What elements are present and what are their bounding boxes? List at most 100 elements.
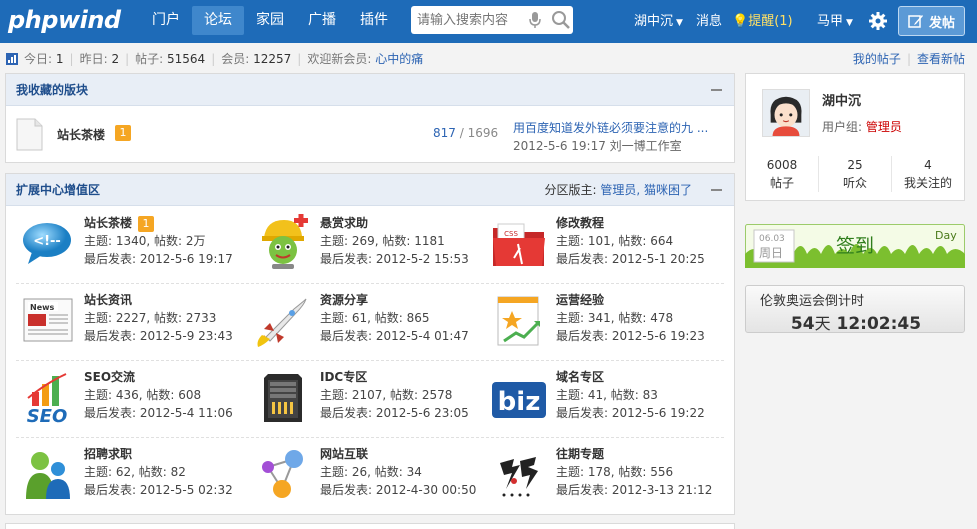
group-label: 用户组:: [822, 120, 863, 134]
forum-name[interactable]: SEO交流: [84, 368, 233, 386]
divider: |: [297, 52, 302, 66]
forum-info: IDC专区 主题: 2107, 帖数: 2578 最后发表: 2012-5-6 …: [320, 368, 469, 422]
posts-stat[interactable]: 6008 帖子: [746, 156, 819, 192]
forum-cell[interactable]: 网站互联 主题: 26, 帖数: 34 最后发表: 2012-4-30 00:5…: [246, 437, 482, 514]
moderators-links[interactable]: 管理员, 猫咪困了: [600, 183, 692, 197]
forum-last-post: 最后发表: 2012-5-9 23:43: [84, 329, 233, 343]
forum-info: 站长资讯 主题: 2227, 帖数: 2733 最后发表: 2012-5-9 2…: [84, 291, 233, 345]
forum-name[interactable]: 悬赏求助: [320, 214, 469, 232]
divider: |: [125, 52, 130, 66]
user-name: 湖中沉: [634, 14, 674, 29]
svg-text:SEO: SEO: [27, 406, 68, 426]
chevron-down-icon: ▼: [846, 18, 853, 28]
forum-name[interactable]: 站长资讯: [84, 291, 233, 309]
help-mascot-icon: [262, 214, 308, 269]
forum-cell[interactable]: SEO SEO交流 主题: 436, 帖数: 608 最后发表: 2012-5-…: [10, 360, 246, 437]
nav-plugins[interactable]: 插件: [348, 6, 400, 35]
signin-widget[interactable]: 06.03 周日 签到 Day: [745, 224, 965, 268]
forum-name[interactable]: 网站互联: [320, 445, 476, 463]
nav-home[interactable]: 家园: [244, 6, 296, 35]
forum-cell[interactable]: 资源分享 主题: 61, 帖数: 865 最后发表: 2012-5-4 01:4…: [246, 283, 482, 360]
remind-label: 提醒: [748, 14, 775, 29]
forum-cell[interactable]: biz 域名专区 主题: 41, 帖数: 83 最后发表: 2012-5-6 1…: [482, 360, 718, 437]
alt-account-menu[interactable]: 马甲 ▼: [817, 0, 853, 43]
forum-cell[interactable]: 运营经验 主题: 341, 帖数: 478 最后发表: 2012-5-6 19:…: [482, 283, 718, 360]
collapse-icon[interactable]: [711, 89, 722, 91]
favorite-forum-name[interactable]: 站长茶楼: [57, 126, 105, 143]
forum-last-post: 最后发表: 2012-5-1 20:25: [556, 252, 705, 266]
new-threads-link[interactable]: 查看新帖: [917, 52, 965, 66]
members-label: 会员:: [221, 52, 250, 66]
search-input[interactable]: [417, 10, 525, 30]
nav-forum[interactable]: 论坛: [192, 6, 244, 35]
avatar[interactable]: [762, 89, 810, 137]
forum-stats: 主题: 269, 帖数: 1181: [320, 234, 445, 248]
forum-info: 网站互联 主题: 26, 帖数: 34 最后发表: 2012-4-30 00:5…: [320, 445, 476, 499]
forum-cell[interactable]: 往期专题 主题: 178, 帖数: 556 最后发表: 2012-3-13 21…: [482, 437, 718, 514]
network-nodes-icon: [262, 450, 303, 498]
collapse-icon[interactable]: [711, 189, 722, 191]
forum-info: 悬赏求助 主题: 269, 帖数: 1181 最后发表: 2012-5-2 15…: [320, 214, 469, 268]
total-count: 1696: [467, 126, 499, 140]
forum-stats: 主题: 101, 帖数: 664: [556, 234, 674, 248]
forum-name[interactable]: 域名专区: [556, 368, 705, 386]
profile-group: 用户组: 管理员: [822, 118, 902, 135]
forum-cell[interactable]: IDC专区 主题: 2107, 帖数: 2578 最后发表: 2012-5-6 …: [246, 360, 482, 437]
fans-stat[interactable]: 25 听众: [819, 156, 892, 192]
forum-name[interactable]: 资源分享: [320, 291, 469, 309]
moderators-label: 分区版主:: [544, 183, 597, 197]
last-post-title[interactable]: 用百度知道发外链必须要注意的九 ...: [513, 119, 723, 137]
forum-name[interactable]: 招聘求职: [84, 445, 233, 463]
yesterday-label: 昨日:: [79, 52, 108, 66]
signin-date: 06.03: [759, 234, 785, 244]
site-logo[interactable]: phpwind: [8, 6, 121, 34]
favorite-forum-row: 站长茶楼 1 817 / 1696 用百度知道发外链必须要注意的九 ... 20…: [6, 106, 734, 162]
zone-moderators: 分区版主: 管理员, 猫咪困了: [544, 174, 692, 206]
nav-broadcast[interactable]: 广播: [296, 6, 348, 35]
countdown-time: 54天 12:02:45: [746, 310, 966, 334]
search-icon[interactable]: [551, 10, 571, 30]
forum-name[interactable]: 往期专题: [556, 445, 712, 463]
gear-icon[interactable]: [868, 11, 888, 31]
favorite-forum-counts: 817 / 1696: [433, 126, 498, 140]
following-stat[interactable]: 4 我关注的: [892, 156, 964, 192]
forum-name[interactable]: 站长茶楼: [84, 216, 132, 230]
forum-name[interactable]: 修改教程: [556, 214, 705, 232]
forum-last-post: 最后发表: 2012-5-4 11:06: [84, 406, 233, 420]
post-button[interactable]: 发帖: [898, 6, 965, 36]
forum-cell[interactable]: CSS 修改教程 主题: 101, 帖数: 664 最后发表: 2012-5-1…: [482, 206, 718, 283]
forum-name[interactable]: 运营经验: [556, 291, 705, 309]
fans-count: 25: [847, 158, 863, 172]
remind-link[interactable]: 💡提醒(1): [732, 0, 793, 43]
forum-cell[interactable]: News 站长资讯 主题: 2227, 帖数: 2733 最后发表: 2012-…: [10, 283, 246, 360]
profile-card: 湖中沉 用户组: 管理员 6008 帖子 25 听众 4 我关注的: [745, 73, 965, 201]
signin-day: Day: [935, 229, 957, 242]
forum-stats: 主题: 61, 帖数: 865: [320, 311, 430, 325]
document-icon: [16, 118, 43, 151]
signin-weekday: 周日: [759, 246, 783, 260]
forum-stats: 主题: 2107, 帖数: 2578: [320, 388, 453, 402]
my-threads-link[interactable]: 我的帖子: [853, 52, 901, 66]
people-icon: [26, 452, 70, 499]
forum-last-post: 最后发表: 2012-5-2 15:53: [320, 252, 469, 266]
forum-stats: 主题: 1340, 帖数: 2万: [84, 234, 206, 248]
microphone-icon[interactable]: [528, 11, 542, 29]
forum-name[interactable]: IDC专区: [320, 368, 469, 386]
threads-label: 帖子:: [135, 52, 164, 66]
messages-link[interactable]: 消息: [696, 0, 722, 43]
user-menu[interactable]: 湖中沉 ▼: [634, 0, 683, 43]
count-separator: /: [459, 126, 464, 140]
next-panel: [5, 523, 735, 529]
nav-portal[interactable]: 门户: [140, 6, 192, 35]
forum-cell[interactable]: 招聘求职 主题: 62, 帖数: 82 最后发表: 2012-5-5 02:32: [10, 437, 246, 514]
new-member-link[interactable]: 心中的痛: [375, 50, 423, 68]
following-label: 我关注的: [903, 176, 952, 190]
quick-links: 我的帖子 | 查看新帖: [853, 50, 965, 68]
forum-last-post: 最后发表: 2012-5-6 19:22: [556, 406, 705, 420]
forum-cell[interactable]: <!-- 站长茶楼 1 主题: 1340, 帖数: 2万 最后发表: 2012-5…: [10, 206, 246, 283]
forum-cell[interactable]: 悬赏求助 主题: 269, 帖数: 1181 最后发表: 2012-5-2 15…: [246, 206, 482, 283]
forum-info: 域名专区 主题: 41, 帖数: 83 最后发表: 2012-5-6 19:22: [556, 368, 705, 422]
group-link[interactable]: 管理员: [866, 120, 902, 134]
zone-panel: 扩展中心增值区 分区版主: 管理员, 猫咪困了 <!-- 站长茶楼 1 主题: 1…: [5, 173, 735, 515]
profile-name[interactable]: 湖中沉: [822, 90, 861, 109]
